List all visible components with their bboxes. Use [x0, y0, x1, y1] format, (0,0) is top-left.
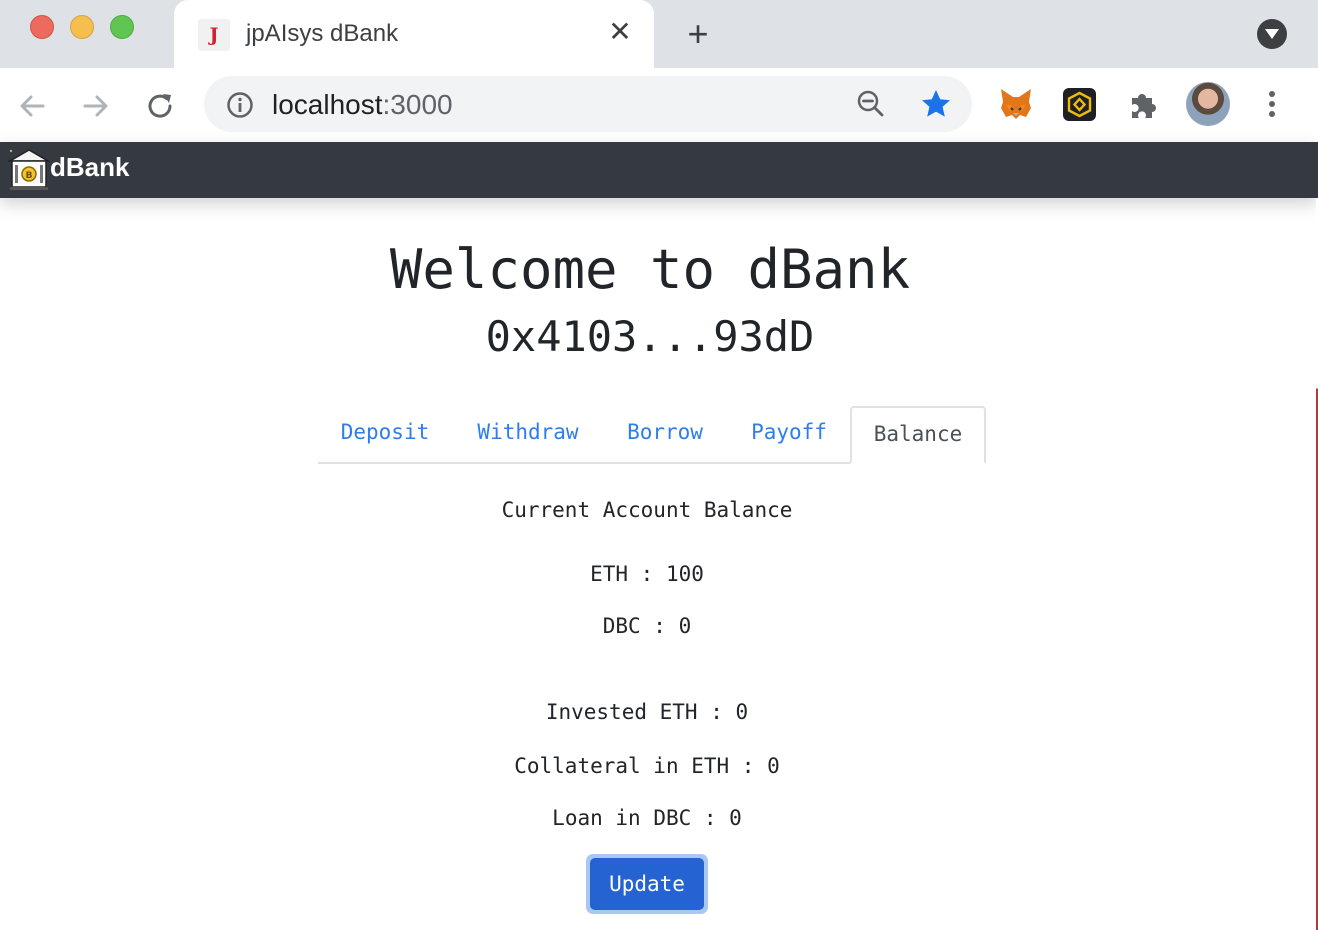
collateral-eth: Collateral in ETH : 0 [514, 754, 780, 778]
minimize-window-button[interactable] [70, 15, 94, 39]
eth-balance: ETH : 100 [590, 562, 704, 586]
reload-icon[interactable] [140, 86, 180, 126]
invested-eth: Invested ETH : 0 [545, 700, 749, 724]
address-url: localhost:3000 [272, 89, 453, 121]
info-icon[interactable] [226, 91, 254, 119]
metamask-fox-icon[interactable] [998, 86, 1034, 122]
new-tab-button[interactable]: + [680, 14, 716, 54]
browser-tab-active[interactable]: J jpAIsys dBank ✕ [174, 0, 654, 68]
update-button[interactable]: Update [590, 858, 704, 910]
forward-icon[interactable] [76, 86, 116, 126]
tab-balance[interactable]: Balance [850, 406, 986, 464]
action-tabs: Deposit Withdraw Borrow Payoff Balance [318, 406, 986, 464]
account-address: 0x4103...93dD [485, 312, 815, 361]
extensions-puzzle-icon[interactable] [1126, 86, 1162, 122]
tab-close-icon[interactable]: ✕ [604, 16, 636, 48]
tab-favicon-icon: J [198, 19, 230, 51]
app-navbar: B dBank [0, 142, 1318, 198]
profile-avatar[interactable] [1186, 82, 1230, 126]
bank-logo-icon[interactable]: B [7, 147, 51, 191]
zoom-out-icon[interactable] [856, 89, 886, 119]
page-title: Welcome to dBank [389, 238, 911, 301]
tab-deposit[interactable]: Deposit [328, 406, 442, 462]
browser-tabstrip: J jpAIsys dBank ✕ + [0, 0, 1318, 68]
brand-name[interactable]: dBank [50, 152, 129, 183]
dbc-balance: DBC : 0 [602, 614, 692, 638]
browser-toolbar: localhost:3000 [0, 68, 1318, 143]
maximize-window-button[interactable] [110, 15, 134, 39]
tab-borrow[interactable]: Borrow [614, 406, 716, 462]
tab-payoff[interactable]: Payoff [738, 406, 840, 462]
tab-withdraw[interactable]: Withdraw [464, 406, 592, 462]
loan-dbc: Loan in DBC : 0 [552, 806, 742, 830]
url-port: :3000 [382, 89, 453, 120]
tab-search-icon[interactable] [1257, 19, 1287, 49]
svg-text:B: B [26, 171, 33, 181]
address-bar[interactable]: localhost:3000 [204, 76, 972, 132]
bookmark-star-icon[interactable] [920, 88, 952, 120]
close-window-button[interactable] [30, 15, 54, 39]
back-icon[interactable] [12, 86, 52, 126]
more-menu-icon[interactable] [1258, 88, 1286, 120]
binance-icon[interactable] [1063, 88, 1096, 121]
tab-title: jpAIsys dBank [246, 20, 399, 47]
balance-heading: Current Account Balance [501, 498, 793, 522]
update-button-focus-ring: Update [586, 854, 708, 914]
url-host: localhost [272, 89, 383, 120]
